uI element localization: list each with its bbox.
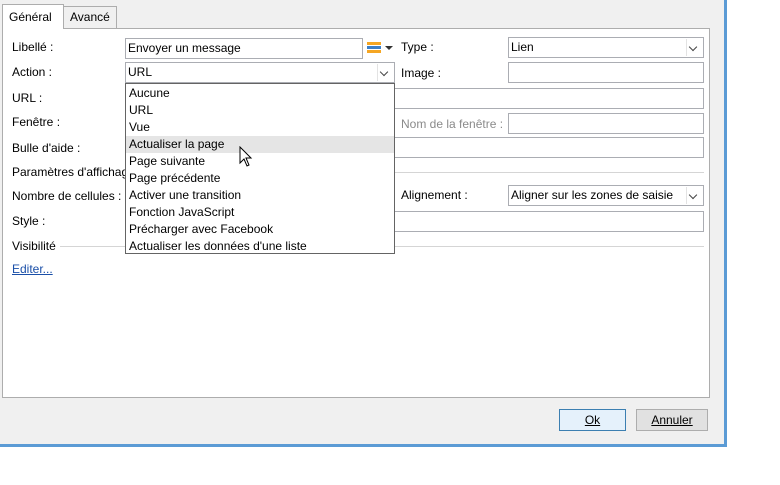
style-input[interactable] (380, 211, 704, 232)
visibilite-label: Visibilité (12, 239, 56, 253)
style-label: Style : (12, 214, 46, 228)
url-input[interactable] (380, 88, 704, 109)
tab-avance-label: Avancé (70, 10, 110, 24)
annuler-button[interactable]: Annuler (636, 409, 708, 431)
action-option[interactable]: Aucune (126, 85, 394, 102)
image-input[interactable] (508, 62, 704, 83)
action-label: Action : (12, 65, 53, 79)
action-option[interactable]: URL (126, 102, 394, 119)
image-label: Image : (401, 66, 442, 80)
tab-general-label: Général (9, 10, 52, 24)
tab-avance[interactable]: Avancé (63, 6, 117, 28)
nom-fenetre-input[interactable] (508, 113, 704, 134)
fenetre-label: Fenêtre : (12, 115, 61, 129)
action-chevron-down-icon[interactable] (377, 64, 393, 81)
type-label: Type : (401, 40, 434, 54)
action-option[interactable]: Précharger avec Facebook (126, 221, 394, 238)
action-option[interactable]: Page précédente (126, 170, 394, 187)
tab-general[interactable]: Général (2, 4, 64, 29)
action-select[interactable]: URL (125, 62, 395, 83)
action-select-value: URL (128, 65, 153, 79)
editer-link[interactable]: Editer... (12, 262, 53, 276)
nombre-cellules-label: Nombre de cellules : (12, 189, 122, 203)
type-select[interactable]: Lien (508, 37, 704, 58)
url-label: URL : (12, 91, 43, 105)
alignement-label: Alignement : (401, 188, 468, 202)
type-select-value: Lien (511, 40, 534, 54)
type-chevron-down-icon[interactable] (686, 39, 702, 56)
action-dropdown-list: Aucune URL Vue Actualiser la page Page suiva… (125, 83, 395, 254)
libelle-label: Libellé : (12, 40, 54, 54)
nom-fenetre-label: Nom de la fenêtre : (401, 117, 504, 131)
bulle-aide-label: Bulle d'aide : (12, 141, 81, 155)
ok-button[interactable]: Ok (559, 409, 626, 431)
action-option[interactable]: Page suivante (126, 153, 394, 170)
action-option[interactable]: Actualiser les données d'une liste (126, 238, 394, 255)
action-option[interactable]: Vue (126, 119, 394, 136)
bulle-aide-input[interactable] (380, 137, 704, 158)
alignement-chevron-down-icon[interactable] (686, 187, 702, 204)
parametres-affichage-label: Paramètres d'affichag (12, 165, 129, 179)
annuler-button-label: Annuler (651, 413, 693, 427)
alignement-select-value: Aligner sur les zones de saisie (511, 188, 674, 202)
libelle-input[interactable]: Envoyer un message (125, 38, 363, 59)
list-format-icon[interactable] (367, 41, 381, 55)
list-format-dropdown-icon[interactable] (385, 46, 393, 50)
alignement-select[interactable]: Aligner sur les zones de saisie (508, 185, 704, 206)
mouse-cursor-icon (239, 146, 253, 167)
action-option[interactable]: Activer une transition (126, 187, 394, 204)
parametres-separator (380, 172, 704, 173)
action-option[interactable]: Fonction JavaScript (126, 204, 394, 221)
ok-button-label: Ok (584, 413, 601, 427)
action-option[interactable]: Actualiser la page (126, 136, 394, 153)
